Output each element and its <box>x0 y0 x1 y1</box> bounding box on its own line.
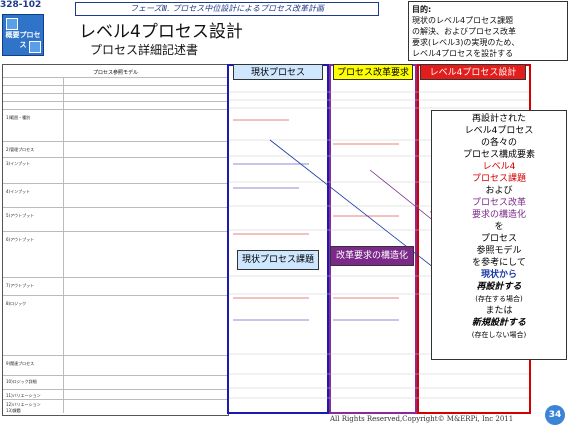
callout-line: 現状から <box>480 270 517 280</box>
callout-line: の各々の <box>480 138 517 148</box>
callout-line: プロセス <box>480 234 517 244</box>
reform-structure-label: 改革要求の構造化 <box>330 246 414 266</box>
callout-line: プロセス課題 <box>471 174 526 184</box>
callout-line: 再設計された <box>471 114 526 124</box>
callout-line: 新規設計する <box>471 318 526 328</box>
callout-line: プロセス構成要素 <box>462 150 535 160</box>
copyright-footer: All Rights Reserved,Copyright© M&ERPi, I… <box>330 415 514 423</box>
callout-line: 要求の構造化 <box>471 210 526 220</box>
callout-line: および <box>485 186 513 196</box>
callout-box: 再設計された レベル4プロセス の各々の プロセス構成要素 レベル4 プロセス課… <box>431 110 567 360</box>
callout-line: 再設計する <box>476 282 522 292</box>
callout-line: プロセス改革 <box>471 198 526 208</box>
callout-line: を参考にして <box>472 258 526 268</box>
callout-line: を <box>494 222 504 232</box>
callout-line: レベル4プロセス <box>464 126 534 136</box>
callout-line: レベル4 <box>482 162 516 172</box>
callout-line: (存在しない場合) <box>471 331 527 339</box>
callout-line: (存在する場合) <box>475 295 523 303</box>
callout-line: または <box>485 306 513 316</box>
callout-line: 参照モデル <box>476 246 522 256</box>
page-number: 34 <box>545 405 565 425</box>
current-issue-label: 現状プロセス課題 <box>237 250 319 270</box>
